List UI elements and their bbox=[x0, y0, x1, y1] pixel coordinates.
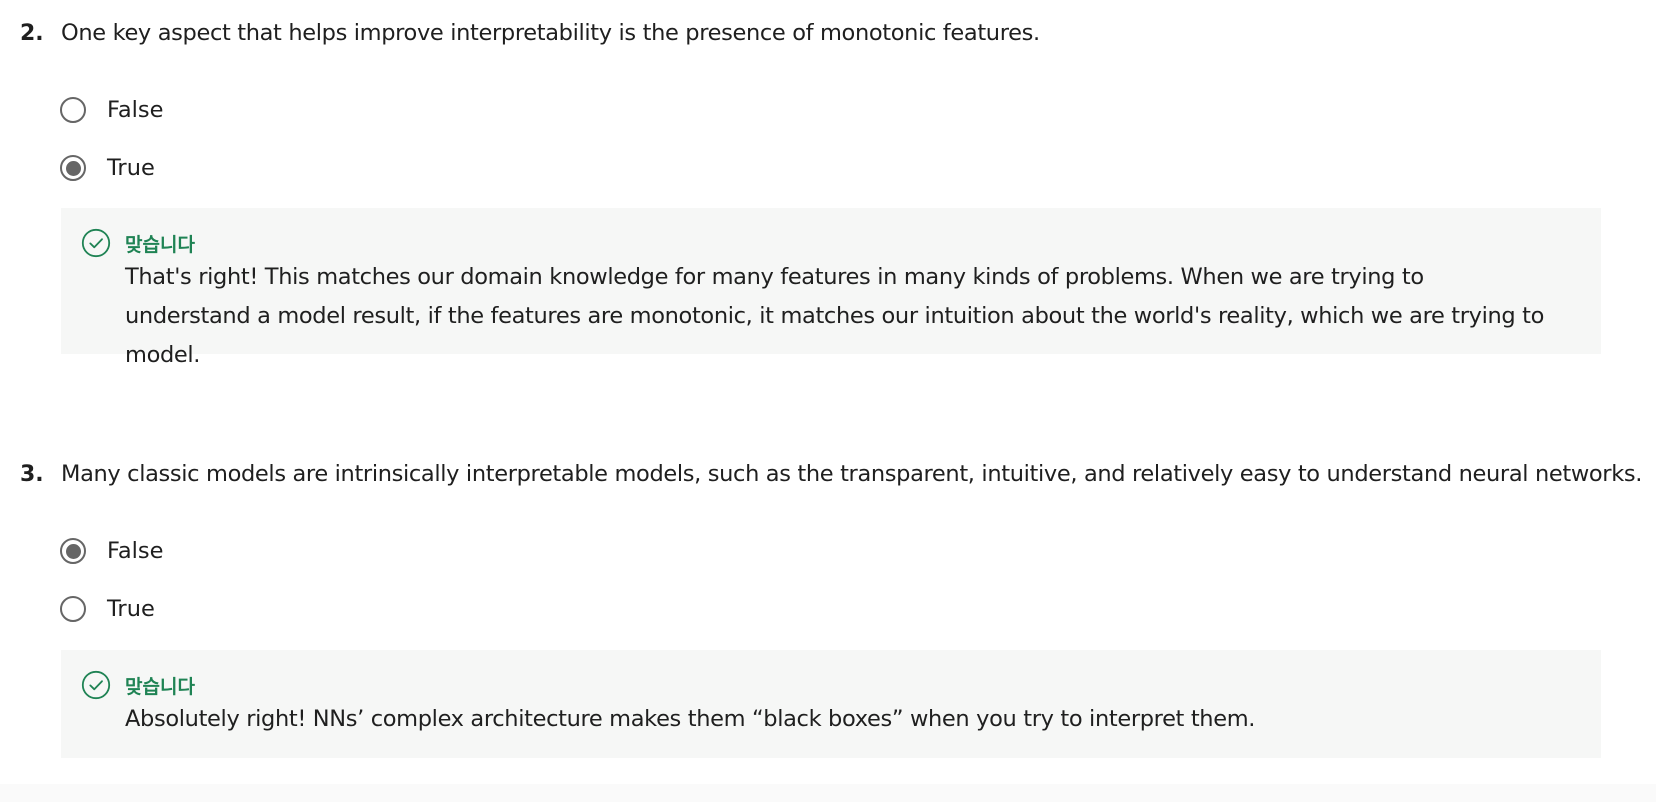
option-true[interactable]: True bbox=[60, 593, 155, 625]
feedback-header: 맞습니다 bbox=[81, 228, 195, 258]
feedback-box: 맞습니다 Absolutely right! NNs’ complex arch… bbox=[61, 650, 1601, 758]
feedback-header: 맞습니다 bbox=[81, 670, 195, 700]
option-label: False bbox=[107, 538, 164, 564]
radio-unchecked-icon[interactable] bbox=[60, 97, 86, 123]
question-text: Many classic models are intrinsically in… bbox=[61, 461, 1643, 487]
feedback-text: Absolutely right! NNs’ complex architect… bbox=[125, 706, 1256, 732]
option-label: True bbox=[107, 596, 155, 622]
option-label: False bbox=[107, 97, 164, 123]
feedback-text: That's right! This matches our domain kn… bbox=[125, 264, 1545, 368]
option-false[interactable]: False bbox=[60, 94, 163, 126]
question-text: One key aspect that helps improve interp… bbox=[61, 20, 1040, 46]
radio-unchecked-icon[interactable] bbox=[60, 596, 86, 622]
quiz-page: 2. One key aspect that helps improve int… bbox=[0, 0, 1656, 802]
question-header: 2. One key aspect that helps improve int… bbox=[20, 20, 1040, 46]
radio-dot bbox=[65, 543, 81, 559]
radio-dot bbox=[65, 160, 81, 176]
check-circle-icon bbox=[81, 670, 111, 700]
feedback-box: 맞습니다 That's right! This matches our doma… bbox=[61, 208, 1601, 368]
page-bottom-edge bbox=[0, 784, 1656, 802]
option-false[interactable]: False bbox=[60, 535, 163, 567]
check-circle-icon bbox=[81, 228, 111, 258]
feedback-status: 맞습니다 bbox=[125, 675, 195, 698]
option-true[interactable]: True bbox=[60, 152, 155, 184]
radio-checked-icon[interactable] bbox=[60, 155, 86, 181]
question-number: 2. bbox=[20, 21, 44, 46]
question-number: 3. bbox=[20, 462, 44, 487]
option-label: True bbox=[107, 155, 155, 181]
question-header: 3. Many classic models are intrinsically… bbox=[20, 461, 1642, 487]
feedback-status: 맞습니다 bbox=[125, 233, 195, 256]
radio-checked-icon[interactable] bbox=[60, 538, 86, 564]
